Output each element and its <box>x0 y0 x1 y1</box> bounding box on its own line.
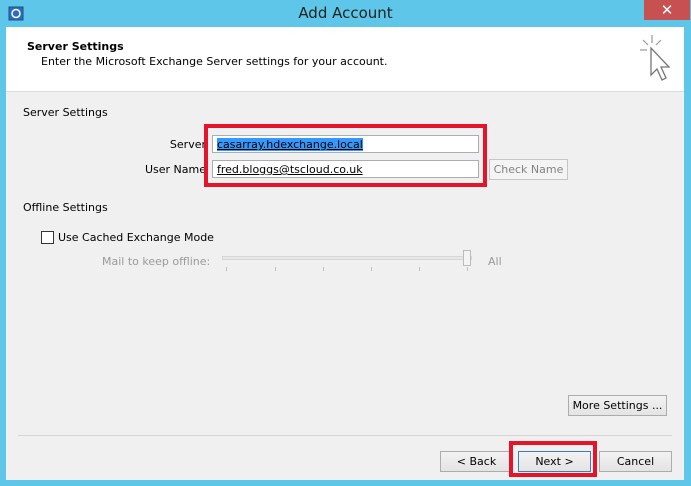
cursor-sparkle-icon <box>640 35 671 81</box>
cached-mode-checkbox[interactable] <box>41 231 54 244</box>
next-button[interactable]: Next > <box>518 451 591 472</box>
server-input[interactable]: casarray.hdexchange.local <box>212 135 479 153</box>
window-title: Add Account <box>298 4 393 22</box>
cancel-button[interactable]: Cancel <box>599 451 672 472</box>
footer-divider <box>18 435 672 436</box>
slider-tick <box>371 267 372 271</box>
username-label: User Name <box>144 163 206 176</box>
slider-tick <box>419 267 420 271</box>
header-subtitle: Enter the Microsoft Exchange Server sett… <box>41 55 388 68</box>
slider-tick <box>467 267 468 271</box>
server-label: Server <box>169 138 206 151</box>
mail-keep-offline-value: All <box>488 255 502 268</box>
cached-mode-label[interactable]: Use Cached Exchange Mode <box>58 231 214 244</box>
server-input-value: casarray.hdexchange.local <box>217 138 363 151</box>
check-name-button[interactable]: Check Name <box>489 159 568 180</box>
header-title: Server Settings <box>27 40 124 53</box>
slider-tick <box>323 267 324 271</box>
back-button[interactable]: < Back <box>440 451 513 472</box>
server-settings-section-label: Server Settings <box>23 106 108 119</box>
wizard-header: Server Settings Enter the Microsoft Exch… <box>6 27 684 92</box>
offline-settings-section-label: Offline Settings <box>23 201 108 214</box>
dialog-body: Server Settings Enter the Microsoft Exch… <box>6 27 684 480</box>
username-input-value: fred.bloggs@tscloud.co.uk <box>217 163 363 176</box>
title-bar[interactable]: Add Account ✕ <box>0 0 691 27</box>
mail-keep-offline-slider-thumb[interactable] <box>463 250 471 266</box>
mail-keep-offline-label: Mail to keep offline: <box>102 255 211 268</box>
mail-keep-offline-slider-track[interactable] <box>222 256 472 260</box>
close-button[interactable]: ✕ <box>644 0 690 20</box>
more-settings-button[interactable]: More Settings ... <box>568 395 667 416</box>
slider-tick <box>226 267 227 271</box>
slider-tick <box>275 267 276 271</box>
username-input[interactable]: fred.bloggs@tscloud.co.uk <box>212 160 479 178</box>
